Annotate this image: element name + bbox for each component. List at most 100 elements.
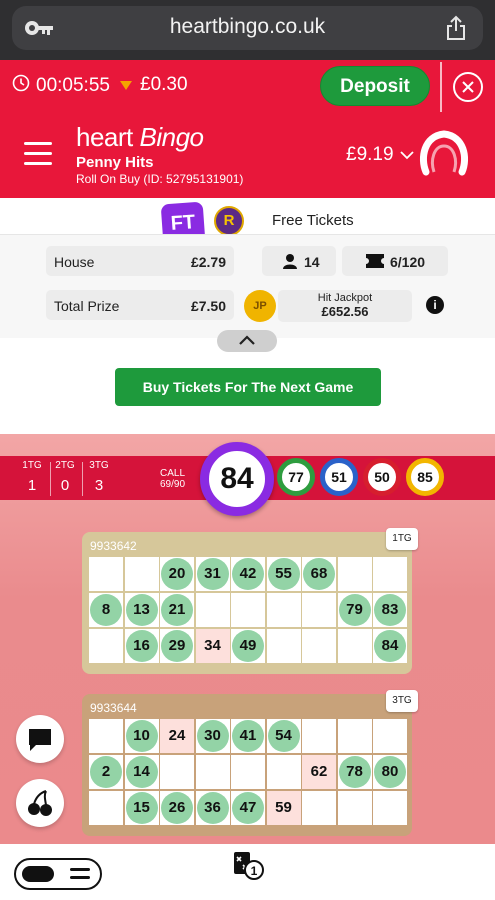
ticket-blank-cell xyxy=(89,629,123,663)
auto-daub-icon[interactable]: 1 xyxy=(232,850,264,887)
current-ball: 84 xyxy=(200,442,274,516)
ticket-number[interactable]: 31 xyxy=(195,557,230,591)
url-text[interactable]: heartbingo.co.uk xyxy=(12,15,483,39)
ticket-number[interactable]: 84 xyxy=(373,629,407,663)
ticket-number[interactable]: 42 xyxy=(231,557,265,591)
ticket-blank-cell xyxy=(302,719,336,753)
hamburger-menu-icon[interactable] xyxy=(24,142,52,172)
svg-text:1: 1 xyxy=(251,864,258,878)
ticket-number[interactable]: 16 xyxy=(124,629,159,663)
view-toggle-icon[interactable] xyxy=(14,858,102,890)
ticket-number[interactable]: 14 xyxy=(124,755,159,789)
previous-ball: 50 xyxy=(363,458,401,496)
chevron-down-icon xyxy=(399,144,414,166)
ticket-blank-cell xyxy=(302,629,336,663)
ticket-grid: 10 24 30 41 54 2 14 62 78 80 15 26 36 47 59 xyxy=(89,719,407,825)
ticket-blank-cell xyxy=(302,791,336,825)
to-go-tag: 3TG xyxy=(386,690,418,712)
ticket-number[interactable]: 10 xyxy=(124,719,159,753)
avatar-icon[interactable] xyxy=(418,128,470,184)
ticket-number[interactable]: 15 xyxy=(124,791,159,825)
game-subtitle: Roll On Buy (ID: 52795131901) xyxy=(76,172,244,186)
ticket-id: 9933642 xyxy=(90,539,137,553)
deposit-button[interactable]: Deposit xyxy=(320,66,430,106)
previous-ball: 51 xyxy=(320,458,358,496)
collapse-toggle[interactable] xyxy=(217,330,277,352)
ticket-number[interactable]: 68 xyxy=(302,557,336,591)
player-icon xyxy=(282,253,298,272)
ticket-blank-cell xyxy=(266,629,301,663)
ticket-blank-cell xyxy=(160,755,194,789)
ticket-number[interactable]: 2 xyxy=(89,755,123,789)
ticket-number[interactable]: 62 xyxy=(302,755,336,789)
buy-tickets-button[interactable]: Buy Tickets For The Next Game xyxy=(115,368,381,406)
ticket-number[interactable]: 8 xyxy=(89,593,123,627)
ticket-number[interactable]: 13 xyxy=(124,593,159,627)
ticket-icon xyxy=(366,254,384,271)
call-counter: CALL 69/90 xyxy=(160,468,186,490)
bingo-ticket: 9933642 1TG 20 31 42 55 68 8 13 21 79 83 16 29 34 49 8… xyxy=(82,528,418,674)
ticket-blank-cell xyxy=(89,557,123,591)
ticket-number[interactable]: 54 xyxy=(266,719,301,753)
ticket-number[interactable]: 83 xyxy=(373,593,407,627)
session-bar: 00:05:55 £0.30 Deposit xyxy=(0,60,495,114)
chat-button[interactable] xyxy=(16,715,64,763)
ticket-blank-cell xyxy=(373,791,407,825)
info-icon[interactable]: i xyxy=(426,296,444,314)
chat-icon xyxy=(29,729,51,751)
ticket-number[interactable]: 29 xyxy=(160,629,194,663)
bottom-bar: 1 xyxy=(0,844,495,900)
ticket-number[interactable]: 26 xyxy=(160,791,194,825)
session-timer: 00:05:55 xyxy=(12,74,110,98)
browser-bar: heartbingo.co.uk xyxy=(0,0,495,60)
ticket-number[interactable]: 80 xyxy=(373,755,407,789)
ticket-number[interactable]: 41 xyxy=(231,719,265,753)
to-go-tag: 1TG xyxy=(386,528,418,550)
total-prize-cell: Total Prize £7.50 xyxy=(46,290,234,320)
total-prize-label: Total Prize xyxy=(54,298,120,314)
ticket-number[interactable]: 30 xyxy=(195,719,230,753)
heart-bingo-logo: heart Bingo xyxy=(76,122,204,152)
ticket-number[interactable]: 78 xyxy=(337,755,372,789)
ticket-blank-cell xyxy=(231,755,265,789)
ticket-number[interactable]: 21 xyxy=(160,593,194,627)
address-bar[interactable]: heartbingo.co.uk xyxy=(12,6,483,50)
tg-3: 3TG 3 xyxy=(89,460,109,494)
ticket-number[interactable]: 20 xyxy=(160,557,194,591)
house-value: £2.79 xyxy=(190,254,226,270)
ticket-number[interactable]: 24 xyxy=(160,719,194,753)
ticket-number[interactable]: 59 xyxy=(266,791,301,825)
total-prize-value: £7.50 xyxy=(190,298,226,314)
games-button[interactable] xyxy=(16,779,64,827)
ticket-blank-cell xyxy=(337,557,372,591)
tickets-cell: 6/120 xyxy=(342,246,448,276)
session-spend: £0.30 xyxy=(120,74,188,96)
house-cell: House £2.79 xyxy=(46,246,234,276)
ticket-number[interactable]: 47 xyxy=(231,791,265,825)
ticket-blank-cell xyxy=(373,719,407,753)
ticket-blank-cell xyxy=(337,791,372,825)
ticket-number[interactable]: 79 xyxy=(337,593,372,627)
ticket-number[interactable]: 55 xyxy=(266,557,301,591)
divider xyxy=(440,62,442,112)
ticket-blank-cell xyxy=(89,719,123,753)
close-icon[interactable] xyxy=(453,72,483,102)
ticket-blank-cell xyxy=(266,593,301,627)
ticket-number[interactable]: 34 xyxy=(195,629,230,663)
game-info-panel: FT R Free Tickets House £2.79 14 6/120 T… xyxy=(0,198,495,434)
clock-icon xyxy=(12,74,30,98)
game-name: Penny Hits xyxy=(76,154,154,171)
ticket-number[interactable]: 36 xyxy=(195,791,230,825)
ticket-blank-cell xyxy=(373,557,407,591)
balance-dropdown[interactable]: £9.19 xyxy=(346,144,414,166)
tg-1: 1TG 1 xyxy=(22,460,42,494)
tickets-count: 6/120 xyxy=(390,254,426,270)
share-icon[interactable] xyxy=(445,15,467,46)
ticket-grid: 20 31 42 55 68 8 13 21 79 83 16 29 34 49 84 xyxy=(89,557,407,663)
ticket-blank-cell xyxy=(337,629,372,663)
ticket-blank-cell xyxy=(302,593,336,627)
room-badge: R xyxy=(214,206,244,236)
ticket-number[interactable]: 49 xyxy=(231,629,265,663)
hit-jackpot-cell: Hit Jackpot £652.56 xyxy=(278,290,412,322)
timer-value: 00:05:55 xyxy=(36,75,110,96)
